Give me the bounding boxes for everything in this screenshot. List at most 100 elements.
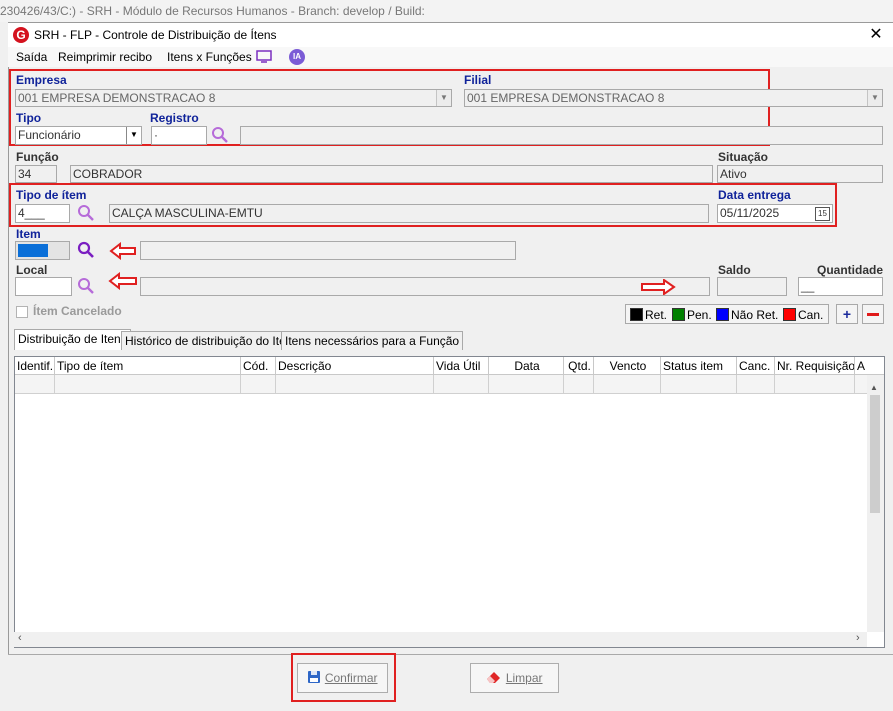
- legend-label: Can.: [798, 308, 824, 322]
- legend-swatch: [672, 308, 685, 321]
- registro-search-icon[interactable]: [211, 126, 229, 147]
- arrow-left-annotation-icon: [109, 241, 137, 263]
- grid-cell[interactable]: [564, 375, 594, 394]
- close-button[interactable]: ✕: [864, 24, 888, 46]
- bottom-button-bar: [8, 654, 893, 711]
- minus-icon: [867, 313, 879, 316]
- registro-input[interactable]: ·: [151, 126, 207, 145]
- legend-nao-ret: Não Ret.: [716, 308, 778, 322]
- ia-icon[interactable]: IA: [289, 49, 305, 65]
- grid-header[interactable]: Vida Útil: [434, 357, 489, 375]
- grid-header[interactable]: Nr. Requisição: [775, 357, 855, 375]
- item-name-field: [140, 241, 516, 260]
- limpar-button[interactable]: Limpar: [470, 663, 559, 693]
- confirmar-label: Confirmar: [324, 671, 378, 685]
- grid-cell[interactable]: [661, 375, 737, 394]
- data-entrega-value: 05/11/2025: [720, 206, 780, 220]
- grid-header[interactable]: Data: [489, 357, 564, 375]
- remove-button[interactable]: [862, 304, 884, 324]
- grid-cell[interactable]: [434, 375, 489, 394]
- quantidade-input[interactable]: __: [798, 277, 883, 296]
- calendar-icon[interactable]: 15: [815, 207, 830, 221]
- grid-corner: [868, 357, 884, 374]
- scroll-up-icon[interactable]: ▲: [870, 383, 878, 392]
- situacao-label: Situação: [718, 150, 769, 164]
- grid-header[interactable]: Status item: [661, 357, 737, 375]
- menu-itens-funcoes[interactable]: Itens x Funções: [167, 50, 252, 64]
- empresa-select[interactable]: 001 EMPRESA DEMONSTRACAO 8 ▼: [15, 89, 452, 107]
- legend-swatch: [630, 308, 643, 321]
- data-entrega-label: Data entrega: [718, 188, 791, 202]
- scroll-right-icon[interactable]: ›: [856, 632, 860, 644]
- items-grid[interactable]: Identif. Tipo de ítem Cód. Descrição Vid…: [14, 356, 885, 648]
- item-cancelado-checkbox[interactable]: [16, 306, 28, 318]
- local-input[interactable]: [15, 277, 72, 296]
- funcao-code-field: 34: [15, 165, 57, 183]
- grid-header[interactable]: Qtd.: [564, 357, 594, 375]
- eraser-icon: [487, 672, 501, 683]
- tipo-select[interactable]: Funcionário ▼: [15, 126, 142, 145]
- scroll-left-icon[interactable]: ‹: [18, 632, 22, 644]
- horizontal-scrollbar[interactable]: ‹ ›: [14, 632, 867, 647]
- menu-saida[interactable]: Saída: [16, 50, 47, 64]
- grid-cell[interactable]: [276, 375, 434, 394]
- local-search-icon[interactable]: [77, 277, 95, 298]
- grid-cell[interactable]: [55, 375, 241, 394]
- grid-header[interactable]: Vencto: [594, 357, 661, 375]
- background-title-text: 230426/43/C:) - SRH - Módulo de Recursos…: [0, 4, 425, 18]
- grid-cell[interactable]: [594, 375, 661, 394]
- grid-cell[interactable]: [489, 375, 564, 394]
- tipo-item-code-input[interactable]: 4___: [15, 204, 70, 223]
- chevron-down-icon: ▼: [867, 90, 882, 106]
- scroll-thumb[interactable]: [870, 395, 880, 513]
- menu-reimprimir-recibo[interactable]: Reimprimir recibo: [58, 50, 152, 64]
- tipo-item-name-field: CALÇA MASCULINA-EMTU: [109, 204, 709, 223]
- save-icon: [308, 671, 321, 683]
- background-window-title: 230426/43/C:) - SRH - Módulo de Recursos…: [0, 0, 893, 22]
- item-code-input[interactable]: [15, 241, 70, 260]
- add-button[interactable]: +: [836, 304, 858, 324]
- legend-ret: Ret.: [630, 308, 667, 322]
- grid-header[interactable]: Descrição: [276, 357, 434, 375]
- quantidade-label: Quantidade: [817, 263, 884, 277]
- local-name-field: [140, 277, 710, 296]
- chevron-down-icon: ▼: [436, 90, 451, 106]
- grid-cell[interactable]: [241, 375, 276, 394]
- legend-swatch: [783, 308, 796, 321]
- item-search-icon[interactable]: [77, 241, 95, 262]
- grid-header[interactable]: Identif.: [15, 357, 55, 375]
- tipo-item-search-icon[interactable]: [77, 204, 95, 225]
- grid-cell[interactable]: [737, 375, 775, 394]
- tab-distribuicao-itens[interactable]: Distribuição de Itens: [14, 329, 131, 350]
- grid-header[interactable]: Tipo de ítem: [55, 357, 241, 375]
- data-entrega-input[interactable]: 05/11/2025 15: [717, 204, 833, 223]
- arrow-right-annotation-icon: [640, 278, 676, 298]
- confirmar-button[interactable]: Confirmar: [297, 663, 388, 693]
- legend-swatch: [716, 308, 729, 321]
- empresa-label: Empresa: [16, 73, 67, 87]
- filial-value: 001 EMPRESA DEMONSTRACAO 8: [467, 91, 665, 105]
- filial-select[interactable]: 001 EMPRESA DEMONSTRACAO 8 ▼: [464, 89, 883, 107]
- grid-cell[interactable]: [775, 375, 855, 394]
- legend-label: Não Ret.: [731, 308, 779, 322]
- vertical-scrollbar[interactable]: ▲: [867, 375, 884, 632]
- funcao-label: Função: [16, 150, 59, 164]
- grid-cell[interactable]: [15, 375, 55, 394]
- item-cancelado-label: Ítem Cancelado: [33, 304, 122, 318]
- tipo-value: Funcionário: [18, 128, 81, 142]
- tab-itens-necessarios[interactable]: Itens necessários para a Função: [281, 331, 464, 350]
- saldo-field: [717, 277, 787, 296]
- grid-header[interactable]: Canc.: [737, 357, 775, 375]
- tab-historico-distribuicao[interactable]: Histórico de distribuição do Item: [121, 331, 300, 350]
- limpar-label: Limpar: [505, 671, 543, 685]
- app-logo-icon: G: [13, 27, 29, 43]
- window-title: SRH - FLP - Controle de Distribuição de …: [34, 28, 277, 42]
- tipo-item-label: Tipo de ítem: [16, 188, 87, 202]
- monitor-icon[interactable]: [256, 50, 272, 63]
- situacao-field: Ativo: [717, 165, 883, 183]
- legend-pen: Pen.: [672, 308, 712, 322]
- legend-label: Ret.: [645, 308, 668, 322]
- grid-header[interactable]: Cód.: [241, 357, 276, 375]
- registro-name-field: [240, 126, 883, 145]
- funcao-name-field: COBRADOR: [70, 165, 713, 183]
